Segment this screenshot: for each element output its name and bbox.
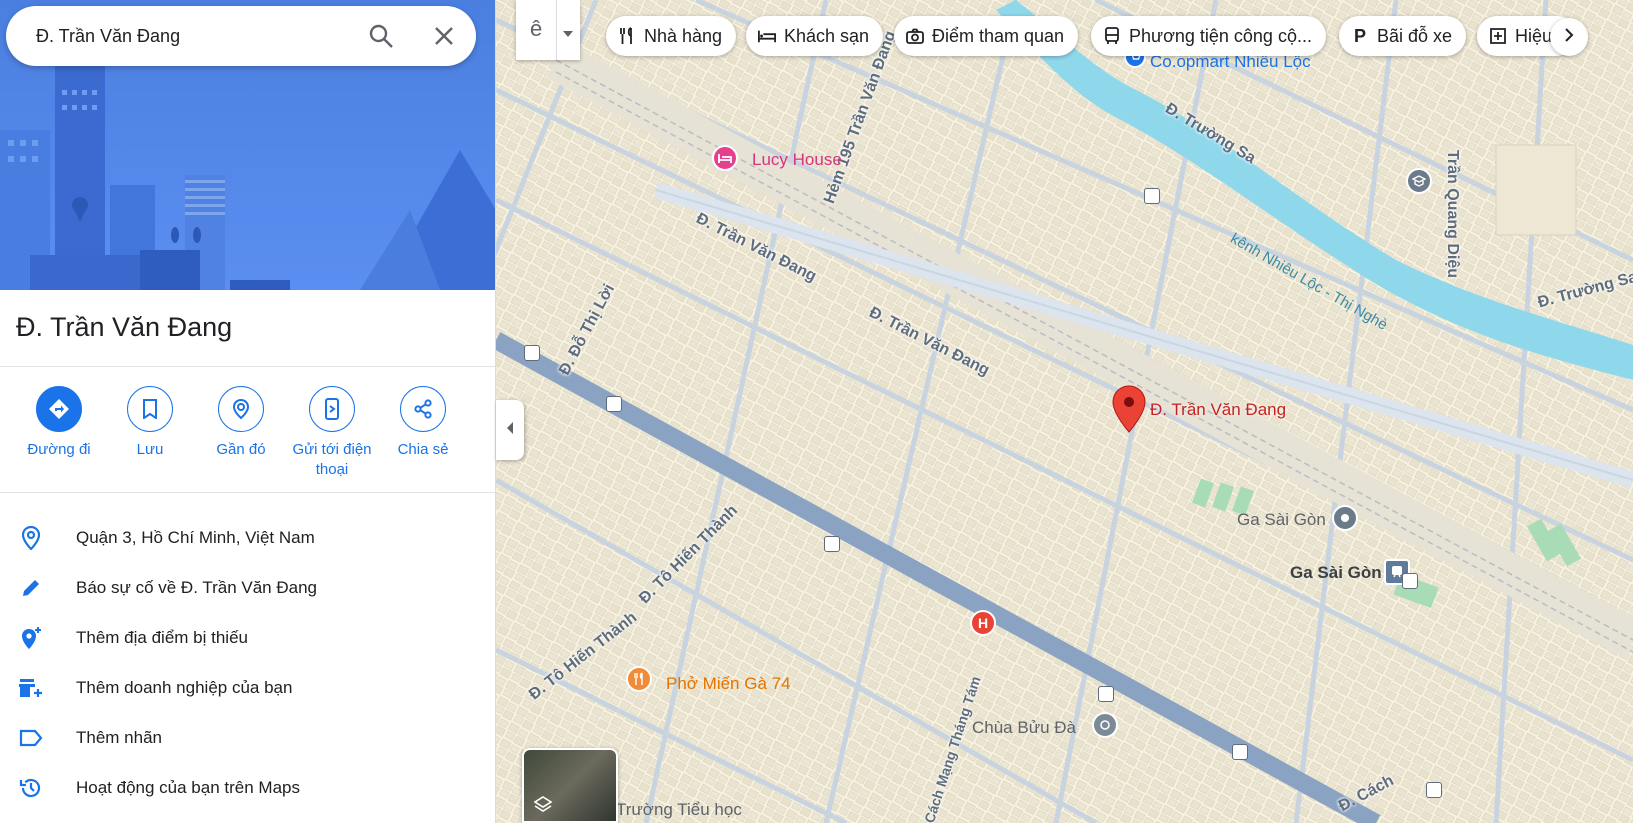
chip-parking[interactable]: P Bãi đỗ xe	[1339, 16, 1467, 56]
add-location-icon	[18, 625, 44, 651]
chevron-right-icon	[1564, 27, 1574, 47]
collapse-panel-button[interactable]	[496, 400, 524, 460]
input-tools-label: ê	[530, 16, 543, 41]
bed-icon	[758, 27, 776, 45]
poi-label-ga-sai-gon-1[interactable]: Ga Sài Gòn	[1237, 510, 1326, 530]
chips-next-button[interactable]	[1550, 18, 1588, 56]
bus-stop-icon[interactable]	[1232, 744, 1248, 760]
add-business-icon	[18, 675, 44, 701]
chip-label: Phương tiện công cộ...	[1129, 25, 1312, 46]
location-pin-icon	[18, 525, 44, 551]
share-icon	[400, 386, 446, 432]
close-icon[interactable]	[429, 21, 459, 51]
chip-transit[interactable]: Phương tiện công cộ...	[1091, 16, 1326, 56]
bus-stop-icon[interactable]	[606, 396, 622, 412]
chip-restaurants[interactable]: Nhà hàng	[606, 16, 737, 56]
maps-activity-text: Hoạt động của bạn trên Maps	[76, 778, 300, 797]
bus-stop-icon[interactable]	[1098, 686, 1114, 702]
pharmacy-icon	[1489, 27, 1507, 45]
bus-stop-icon[interactable]	[524, 345, 540, 361]
add-missing-place-text: Thêm địa điểm bị thiếu	[76, 628, 248, 647]
bus-stop-icon[interactable]	[824, 536, 840, 552]
search-input[interactable]	[36, 25, 356, 47]
poi-label-truong-tieu-hoc[interactable]: Trường Tiểu học	[616, 800, 742, 820]
action-bar: Đường đi Lưu Gần đó Gửi tới điện thoại C…	[0, 386, 495, 486]
street-label-tran-quang-dieu: Trần Quang Diệu	[1444, 150, 1461, 279]
map-canvas[interactable]: Đ. Trường Sa kênh Nhiêu Lộc - Thị Nghè T…	[496, 0, 1633, 823]
chevron-left-icon	[506, 421, 514, 439]
station-icon[interactable]	[1332, 505, 1358, 531]
report-issue-text: Báo sự cố về Đ. Trần Văn Đang	[76, 578, 318, 597]
share-button[interactable]: Chia sẻ	[368, 386, 478, 460]
bus-stop-icon[interactable]	[1402, 573, 1418, 589]
chip-label: Nhà hàng	[644, 25, 723, 46]
bus-stop-icon[interactable]	[1144, 188, 1160, 204]
chip-hotels[interactable]: Khách sạn	[746, 16, 884, 56]
divider	[0, 366, 495, 367]
location-pin-icon[interactable]	[1112, 385, 1146, 433]
place-panel: Đ. Trần Văn Đang Đường đi Lưu Gần đó	[0, 0, 496, 823]
place-title: Đ. Trần Văn Đang	[16, 312, 233, 342]
layers-icon	[533, 796, 553, 817]
parking-icon: P	[1353, 25, 1366, 46]
pin-label[interactable]: Đ. Trần Văn Đang	[1150, 400, 1286, 420]
input-tools-button[interactable]: ê	[516, 0, 580, 60]
chip-label: Khách sạn	[784, 25, 870, 46]
address-row[interactable]: Quận 3, Hồ Chí Minh, Việt Nam	[0, 513, 495, 563]
label-icon	[18, 725, 44, 751]
layers-button[interactable]	[522, 748, 618, 823]
camera-icon	[906, 27, 924, 45]
add-label-text: Thêm nhãn	[76, 728, 162, 747]
maps-activity-row[interactable]: Hoạt động của bạn trên Maps	[0, 763, 495, 813]
poi-label-ga-sai-gon-2[interactable]: Ga Sài Gòn	[1290, 563, 1382, 583]
pencil-icon	[18, 575, 44, 601]
bus-stop-icon[interactable]	[1426, 782, 1442, 798]
divider	[0, 492, 495, 493]
hotel-bed-icon[interactable]	[712, 145, 738, 171]
poi-label-pho-mien-ga[interactable]: Phở Miến Gà 74	[666, 674, 791, 694]
hospital-icon[interactable]: H	[970, 610, 996, 636]
add-business-text: Thêm doanh nghiệp của bạn	[76, 678, 293, 697]
send-to-phone-icon	[309, 386, 355, 432]
school-icon[interactable]	[1406, 168, 1432, 194]
report-issue-row[interactable]: Báo sự cố về Đ. Trần Văn Đang	[0, 563, 495, 613]
temple-icon[interactable]	[1092, 712, 1118, 738]
nearby-icon	[218, 386, 264, 432]
history-icon	[18, 775, 44, 801]
chip-label: Điểm tham quan	[932, 25, 1065, 46]
address-text: Quận 3, Hồ Chí Minh, Việt Nam	[76, 528, 315, 547]
map-base-graphics	[496, 0, 1633, 823]
add-missing-place-row[interactable]: Thêm địa điểm bị thiếu	[0, 613, 495, 663]
bus-icon	[1103, 27, 1121, 45]
bookmark-icon	[127, 386, 173, 432]
input-tools-divider	[556, 0, 557, 60]
chevron-down-icon[interactable]	[563, 24, 573, 42]
chip-label: Hiệu	[1515, 25, 1553, 46]
directions-icon	[36, 386, 82, 432]
add-business-row[interactable]: Thêm doanh nghiệp của bạn	[0, 663, 495, 713]
fork-knife-icon	[618, 27, 636, 45]
chip-attractions[interactable]: Điểm tham quan	[894, 16, 1079, 56]
poi-label-chua-buu-da[interactable]: Chùa Bửu Đà	[972, 718, 1076, 738]
restaurant-icon[interactable]	[626, 666, 652, 692]
share-label: Chia sẻ	[397, 441, 449, 458]
search-box[interactable]	[6, 6, 476, 66]
chip-label: Bãi đỗ xe	[1377, 25, 1453, 46]
poi-label-lucy-house[interactable]: Lucy House	[752, 150, 842, 170]
add-label-row[interactable]: Thêm nhãn	[0, 713, 495, 763]
search-icon[interactable]	[366, 21, 396, 51]
